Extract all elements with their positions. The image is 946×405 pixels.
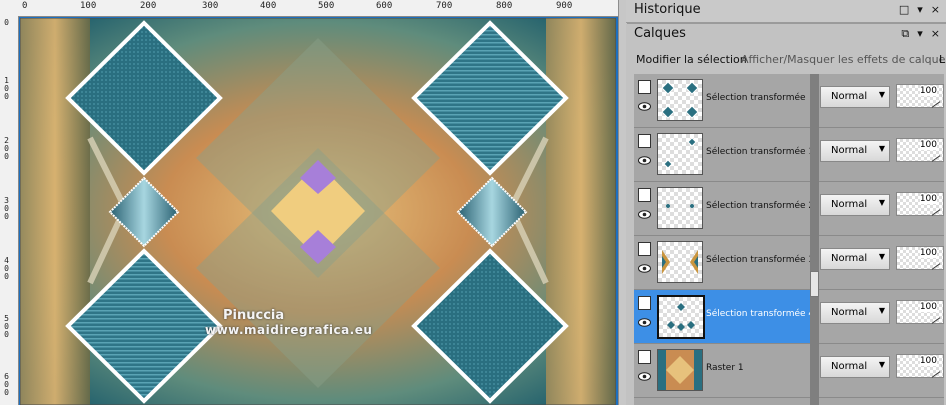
historique-title: Historique: [634, 2, 701, 17]
opacity-field[interactable]: 100: [896, 354, 944, 378]
chevron-down-icon: ▼: [878, 360, 885, 369]
ruler-tick: 100: [80, 1, 97, 11]
chevron-down-icon: ▼: [878, 198, 885, 207]
layer-type-icon: [638, 350, 651, 364]
dropdown-icon[interactable]: ▾: [917, 27, 923, 41]
blend-mode-select[interactable]: Normal ▼: [820, 194, 890, 216]
layer-list-scrollbar[interactable]: [810, 74, 819, 405]
watermark: Pinuccia www.maidiregrafica.eu: [175, 308, 372, 337]
layer-type-icon: [638, 242, 651, 256]
layer-row[interactable]: Sélection transformée Normal ▼ 100: [634, 74, 944, 128]
layer-thumbnail: [657, 349, 703, 391]
layer-row[interactable]: Raster 1 Normal ▼ 100: [634, 344, 944, 398]
layer-type-icon: [638, 134, 651, 148]
ruler-tick: 100: [2, 76, 11, 100]
layer-type-icon: [638, 80, 651, 94]
calques-panel: Calques ⧉ ▾ × Modifier la sélection Affi…: [626, 24, 946, 405]
opacity-field[interactable]: 100: [896, 300, 944, 324]
blend-mode-select[interactable]: Normal ▼: [820, 356, 890, 378]
maximize-icon[interactable]: □: [899, 3, 909, 16]
overflow-button[interactable]: L: [939, 53, 945, 66]
ruler-tick: 400: [260, 1, 277, 11]
vertical-ruler: 0 100 200 300 400 500 600: [0, 16, 19, 405]
artwork-svg: [20, 18, 616, 405]
layer-thumbnail: [657, 187, 703, 229]
eye-icon[interactable]: [638, 318, 651, 327]
layer-thumbnail: [657, 133, 703, 175]
layer-type-icon: [638, 188, 651, 202]
chevron-down-icon: ▼: [878, 252, 885, 261]
layer-row-selected[interactable]: Sélection transformée 4 Normal ▼ 100: [634, 290, 944, 344]
ruler-tick: 0: [2, 18, 11, 26]
ruler-tick: 500: [2, 314, 11, 338]
layer-name[interactable]: Sélection transformée 4: [706, 309, 814, 319]
eye-icon[interactable]: [638, 210, 651, 219]
layer-row[interactable]: Sélection transformée 1 Normal ▼ 100: [634, 128, 944, 182]
layer-name[interactable]: Raster 1: [706, 363, 744, 373]
eye-icon[interactable]: [638, 102, 651, 111]
blend-mode-select[interactable]: Normal ▼: [820, 302, 890, 324]
chevron-down-icon: ▼: [878, 90, 885, 99]
ruler-tick: 600: [376, 1, 393, 11]
modify-selection-button[interactable]: Modifier la sélection: [636, 53, 747, 66]
layer-thumbnail: [657, 295, 705, 339]
ruler-tick: 200: [140, 1, 157, 11]
eye-icon[interactable]: [638, 156, 651, 165]
horizontal-ruler: 0 100 200 300 400 500 600 700 800 900: [0, 0, 618, 17]
toggle-layer-effects-button[interactable]: Afficher/Masquer les effets de calque: [741, 53, 945, 66]
close-icon[interactable]: ×: [931, 3, 940, 16]
close-icon[interactable]: ×: [931, 27, 940, 41]
layer-name[interactable]: Sélection transformée: [706, 93, 806, 103]
image-canvas-area[interactable]: 0 100 200 300 400 500 600 700 800 900 0 …: [0, 0, 618, 405]
artwork-image[interactable]: Pinuccia www.maidiregrafica.eu: [20, 18, 616, 405]
ruler-tick: 0: [22, 1, 28, 11]
eye-icon[interactable]: [638, 372, 651, 381]
watermark-name: Pinuccia: [223, 308, 285, 323]
chevron-down-icon: ▼: [878, 306, 885, 315]
layer-thumbnail: [657, 241, 703, 283]
dropdown-icon[interactable]: ▾: [917, 3, 923, 16]
opacity-field[interactable]: 100: [896, 84, 944, 108]
layer-name[interactable]: Sélection transformée 2: [706, 201, 814, 211]
layer-type-icon: [638, 296, 651, 310]
ruler-tick: 400: [2, 256, 11, 280]
opacity-field[interactable]: 100: [896, 138, 944, 162]
ruler-tick: 700: [436, 1, 453, 11]
calques-title: Calques: [634, 26, 686, 41]
float-panel-icon[interactable]: ⧉: [901, 27, 909, 41]
layer-row[interactable]: Sélection transformée 2 Normal ▼ 100: [634, 182, 944, 236]
watermark-url: www.maidiregrafica.eu: [205, 323, 373, 337]
layer-list: Sélection transformée Normal ▼ 100 Sélect…: [634, 74, 944, 405]
ruler-tick: 800: [496, 1, 513, 11]
calques-toolbar: Modifier la sélection Afficher/Masquer l…: [626, 48, 946, 72]
chevron-down-icon: ▼: [878, 144, 885, 153]
eye-icon[interactable]: [638, 264, 651, 273]
layer-name[interactable]: Sélection transformée 3: [706, 255, 814, 265]
ruler-tick: 300: [202, 1, 219, 11]
ruler-tick: 200: [2, 136, 11, 160]
scrollbar-thumb[interactable]: [810, 271, 819, 297]
layer-name[interactable]: Sélection transformée 1: [706, 147, 814, 157]
historique-panel: Historique □ ▾ ×: [626, 0, 946, 23]
ruler-tick: 300: [2, 196, 11, 220]
opacity-field[interactable]: 100: [896, 246, 944, 270]
blend-mode-select[interactable]: Normal ▼: [820, 86, 890, 108]
ruler-tick: 600: [2, 372, 11, 396]
layer-row[interactable]: Sélection transformée 3 Normal ▼ 100: [634, 236, 944, 290]
ruler-tick: 500: [318, 1, 335, 11]
layer-thumbnail: [657, 79, 703, 121]
blend-mode-select[interactable]: Normal ▼: [820, 248, 890, 270]
opacity-field[interactable]: 100: [896, 192, 944, 216]
ruler-tick: 900: [556, 1, 573, 11]
blend-mode-select[interactable]: Normal ▼: [820, 140, 890, 162]
